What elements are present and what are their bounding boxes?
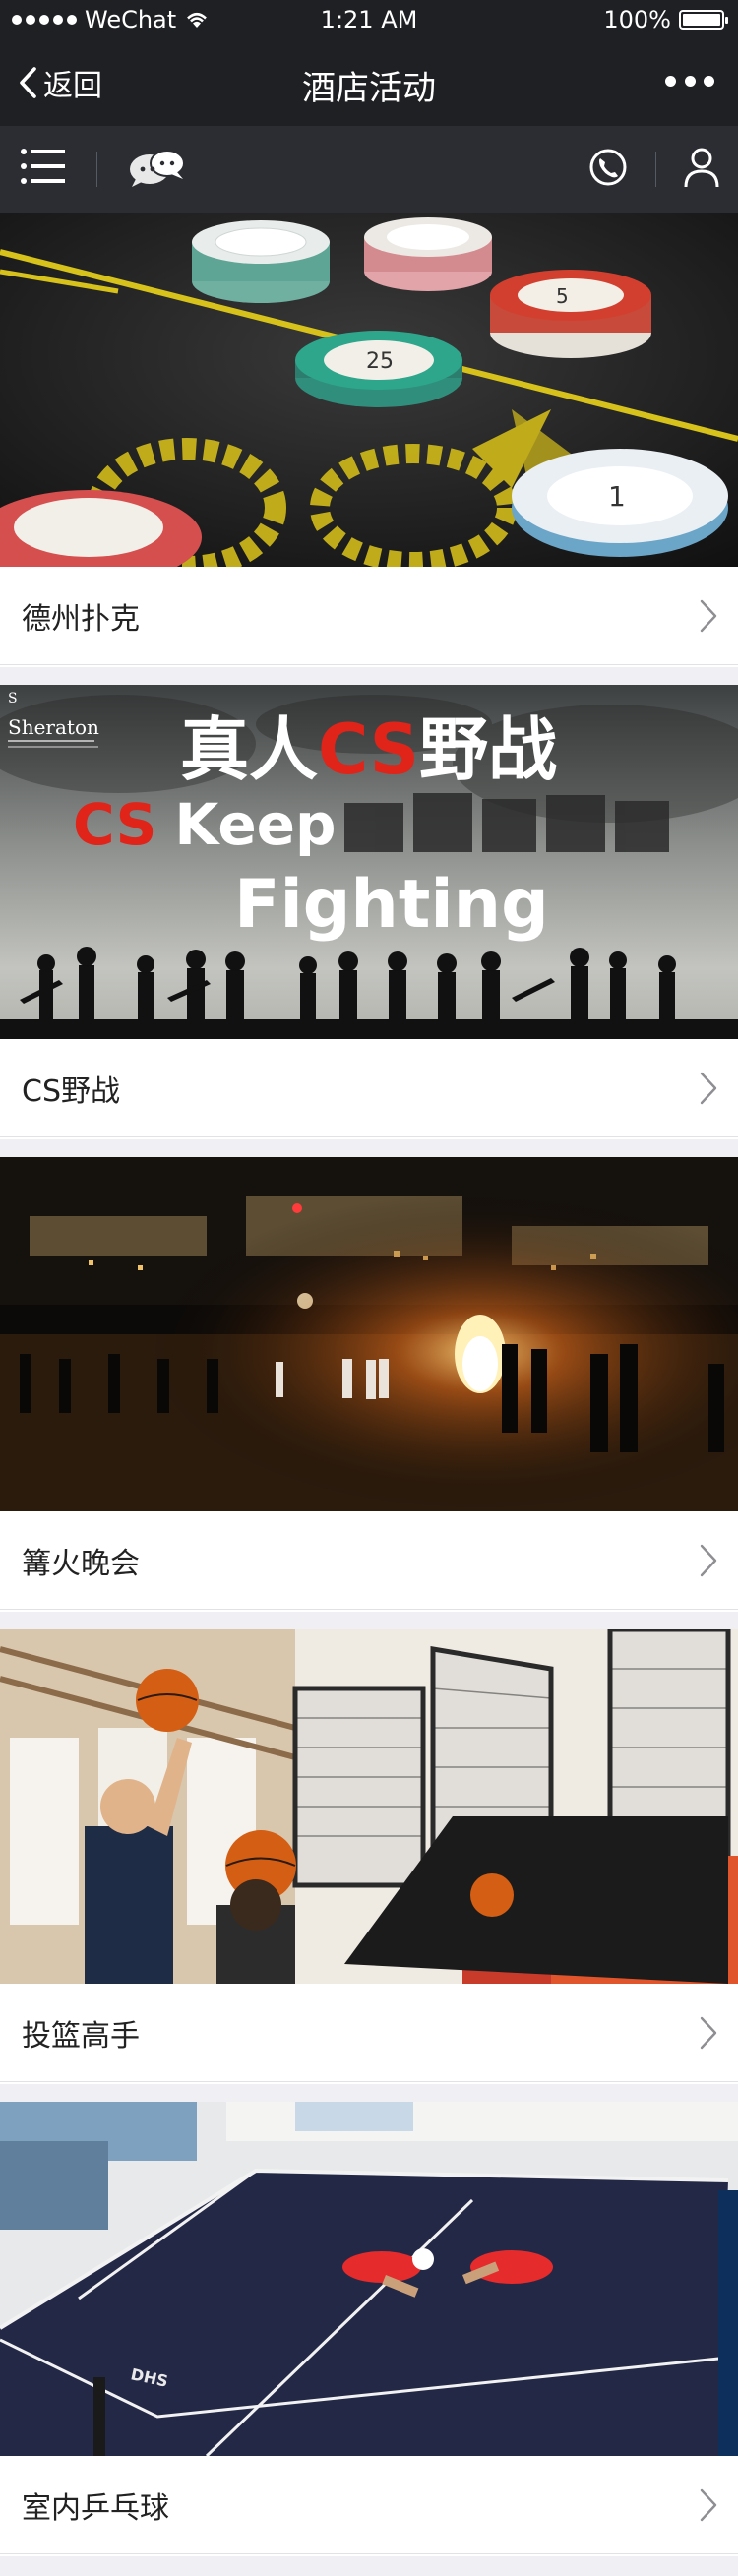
status-bar: WeChat 1:21 AM 100%: [0, 0, 738, 39]
nav-bar: 返回 酒店活动: [0, 39, 738, 126]
bonfire-party-photo: [0, 1157, 738, 1511]
user-button[interactable]: [682, 146, 721, 193]
activity-caption: 篝火晚会: [0, 1511, 738, 1610]
chevron-right-icon: [700, 2016, 717, 2050]
activity-title: 德州扑克: [22, 601, 140, 637]
activity-card-basketball[interactable]: 投篮高手: [0, 1629, 738, 2084]
activity-title: CS野战: [22, 1073, 120, 1109]
svg-text:Fighting: Fighting: [234, 866, 549, 944]
svg-text:S: S: [8, 691, 18, 706]
table-tennis-photo: DHS: [0, 2102, 738, 2456]
svg-text:CSKeep: CS Keep: [73, 791, 337, 858]
more-dot-icon: [665, 75, 676, 87]
activity-image-poker: 5 25 1: [0, 213, 738, 567]
svg-text:1: 1: [608, 480, 626, 513]
battery-icon: [679, 10, 728, 30]
toolbar-divider: [655, 152, 656, 187]
activity-list: 5 25 1 德州扑克 S Sheraton 真人CS野战 CS Keep Fi…: [0, 213, 738, 2574]
user-icon: [684, 148, 719, 188]
activity-title: 投篮高手: [22, 2018, 140, 2054]
activity-image-basketball: [0, 1629, 738, 1984]
menu-button[interactable]: [20, 146, 67, 193]
tool-bar: [0, 126, 738, 213]
activity-card-cs[interactable]: S Sheraton 真人CS野战 CS Keep Fighting CS野战: [0, 685, 738, 1139]
activity-image-bonfire: [0, 1157, 738, 1511]
more-dot-icon: [704, 75, 714, 87]
activity-image-table-tennis: DHS: [0, 2102, 738, 2456]
chevron-right-icon: [700, 1072, 717, 1105]
activity-caption: 室内乒乓球: [0, 2456, 738, 2554]
chevron-right-icon: [700, 599, 717, 633]
svg-text:Sheraton: Sheraton: [8, 715, 99, 739]
activity-caption: 投篮高手: [0, 1984, 738, 2082]
phone-icon: [589, 149, 627, 186]
menu-icon: [21, 149, 65, 184]
svg-text:真人CS野战: 真人CS野战: [180, 709, 557, 790]
svg-text:5: 5: [556, 284, 569, 308]
page-title: 酒店活动: [302, 69, 436, 108]
phone-button[interactable]: [586, 146, 630, 193]
svg-text:25: 25: [366, 349, 394, 374]
activity-card-table-tennis[interactable]: DHS 室内乒乓球: [0, 2102, 738, 2556]
activity-title: 室内乒乓球: [22, 2490, 169, 2526]
chat-button[interactable]: [126, 146, 187, 193]
chevron-right-icon: [700, 2488, 717, 2522]
poker-chips-photo: 5 25 1: [0, 213, 738, 567]
activity-card-bonfire[interactable]: 篝火晚会: [0, 1157, 738, 1612]
activity-title: 篝火晚会: [22, 1546, 140, 1581]
chat-bubbles-icon: [130, 150, 185, 187]
basketball-arcade-photo: [0, 1629, 738, 1984]
status-right: 100%: [603, 6, 728, 33]
activity-caption: 德州扑克: [0, 567, 738, 665]
toolbar-divider: [96, 152, 97, 187]
activity-image-cs: S Sheraton 真人CS野战 CS Keep Fighting: [0, 685, 738, 1039]
more-options-button[interactable]: [665, 61, 714, 100]
more-dot-icon: [684, 75, 696, 87]
chevron-right-icon: [700, 1544, 717, 1577]
activity-caption: CS野战: [0, 1039, 738, 1137]
battery-percentage: 100%: [603, 6, 671, 33]
cs-fighting-banner: S Sheraton 真人CS野战 CS Keep Fighting: [0, 685, 738, 1039]
activity-card-poker[interactable]: 5 25 1 德州扑克: [0, 213, 738, 667]
